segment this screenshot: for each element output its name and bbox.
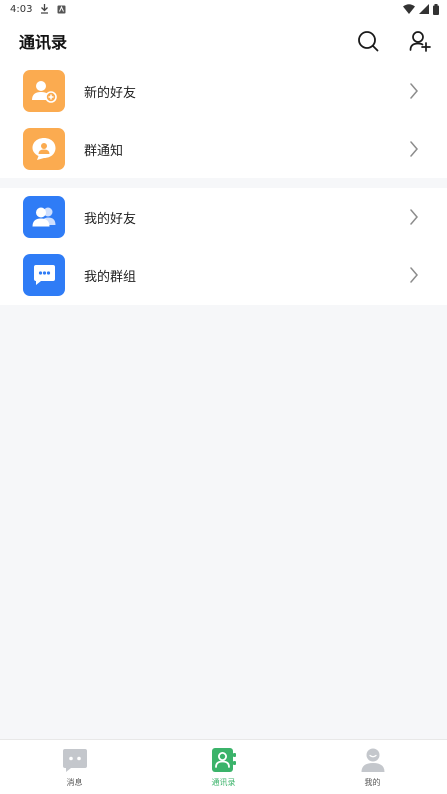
chevron-right-icon bbox=[410, 141, 418, 157]
profile-icon bbox=[361, 748, 384, 772]
add-person-icon bbox=[409, 31, 431, 52]
add-contact-button[interactable] bbox=[407, 28, 433, 54]
chevron-right-icon bbox=[410, 83, 418, 99]
tab-messages[interactable]: 消息 bbox=[25, 747, 125, 788]
list-item-new-friends[interactable]: 新的好友 bbox=[0, 62, 447, 120]
wifi-icon bbox=[403, 4, 415, 14]
tab-label: 通讯录 bbox=[211, 777, 236, 787]
header: 通讯录 bbox=[0, 18, 447, 64]
list-item-group-notices[interactable]: 群通知 bbox=[0, 120, 447, 178]
list-item-label: 新的好友 bbox=[84, 85, 137, 101]
tab-contacts[interactable]: 通讯录 bbox=[174, 747, 274, 788]
bottom-tab-bar: 消息 通讯录 我的 bbox=[0, 739, 447, 794]
my-groups-icon-tile bbox=[23, 254, 65, 296]
tab-label: 消息 bbox=[66, 777, 83, 787]
page-title: 通讯录 bbox=[19, 33, 68, 52]
battery-icon bbox=[433, 3, 439, 15]
chevron-right-icon bbox=[410, 209, 418, 225]
message-icon bbox=[62, 748, 87, 772]
search-button[interactable] bbox=[355, 28, 381, 54]
list-item-my-groups[interactable]: 我的群组 bbox=[0, 246, 447, 304]
my-friends-icon-tile bbox=[23, 196, 65, 238]
tab-profile[interactable]: 我的 bbox=[323, 747, 423, 788]
group-chat-icon bbox=[34, 265, 55, 285]
contacts-section: 我的好友 我的群组 bbox=[0, 188, 447, 305]
status-time: 4:03 bbox=[10, 3, 33, 15]
group-notices-icon-tile bbox=[23, 128, 65, 170]
app-notification-icon bbox=[57, 5, 66, 13]
status-bar: 4:03 bbox=[0, 0, 447, 18]
new-friends-icon-tile bbox=[23, 70, 65, 112]
friends-icon bbox=[32, 207, 56, 227]
tab-label: 我的 bbox=[364, 777, 381, 787]
list-item-label: 我的群组 bbox=[84, 269, 137, 285]
list-item-label: 我的好友 bbox=[84, 211, 137, 227]
list-item-label: 群通知 bbox=[84, 143, 124, 159]
chevron-right-icon bbox=[410, 267, 418, 283]
signal-icon bbox=[419, 4, 429, 14]
notifications-section: 新的好友 群通知 bbox=[0, 62, 447, 178]
chat-bubble-user-icon bbox=[32, 138, 56, 160]
list-item-my-friends[interactable]: 我的好友 bbox=[0, 188, 447, 246]
contacts-icon bbox=[211, 747, 236, 772]
search-icon bbox=[358, 31, 379, 52]
download-icon bbox=[41, 4, 49, 14]
add-user-icon bbox=[32, 81, 57, 103]
